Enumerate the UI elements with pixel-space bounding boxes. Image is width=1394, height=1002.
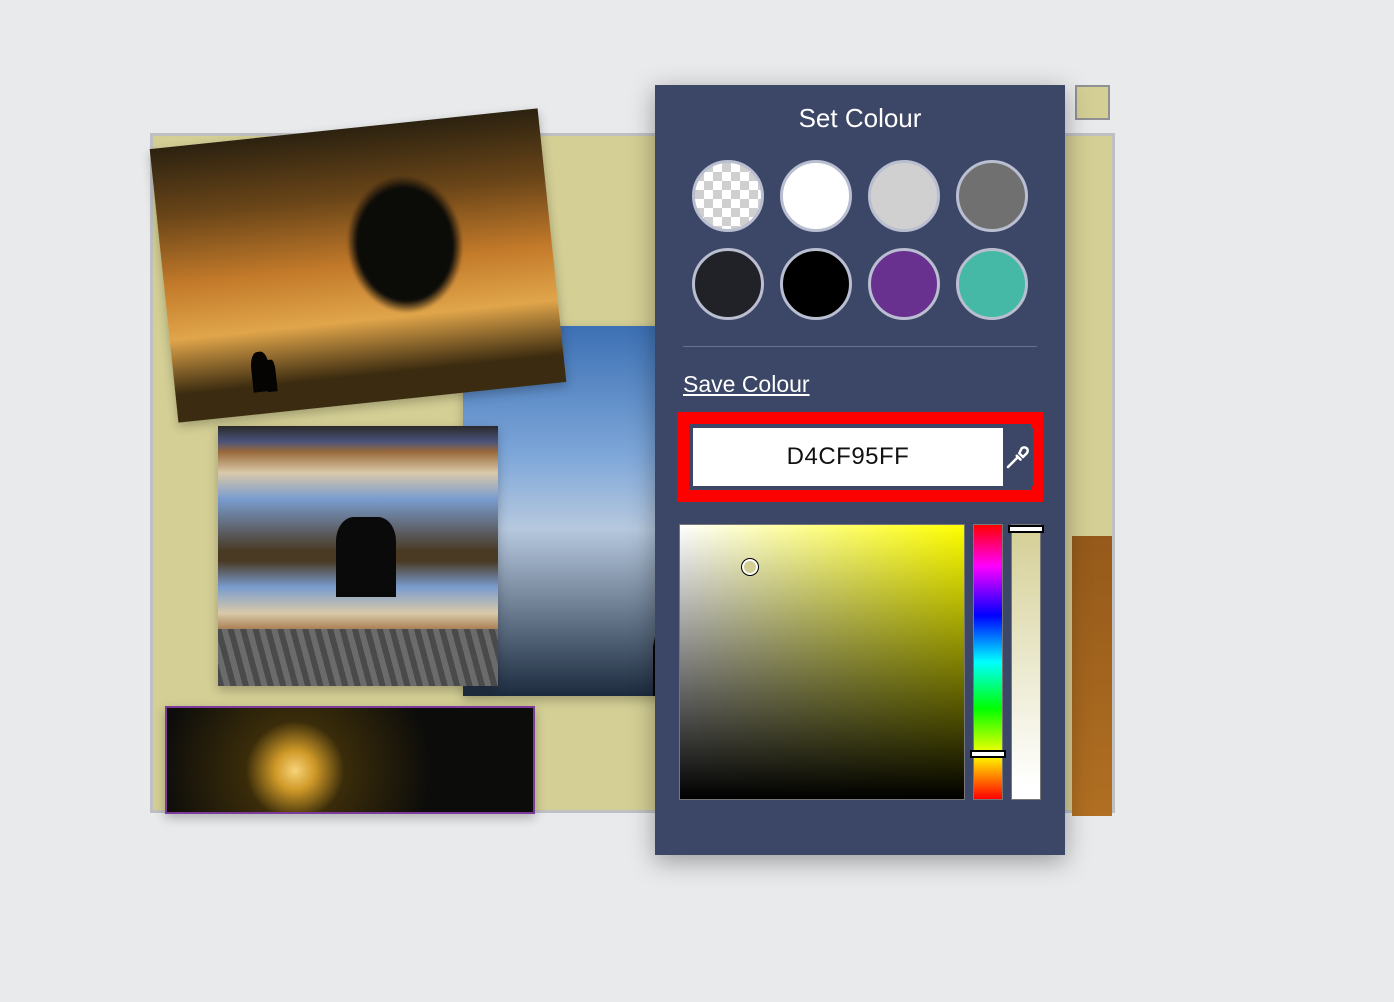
swatch-charcoal[interactable] [692, 248, 764, 320]
swatch-teal[interactable] [956, 248, 1028, 320]
alpha-slider[interactable] [1011, 524, 1041, 800]
panel-title: Set Colour [677, 103, 1043, 134]
collage-photo[interactable] [218, 426, 498, 686]
set-colour-panel: Set Colour Save Colour [655, 85, 1065, 855]
sv-cursor[interactable] [742, 559, 758, 575]
hue-marker[interactable] [970, 750, 1006, 758]
swatch-light-grey[interactable] [868, 160, 940, 232]
swatch-black[interactable] [780, 248, 852, 320]
hex-input-highlight [677, 412, 1043, 502]
canvas-strip-top [1072, 136, 1112, 416]
swatch-purple[interactable] [868, 248, 940, 320]
preset-swatch-grid [677, 160, 1043, 320]
swatch-grey[interactable] [956, 160, 1028, 232]
divider [683, 346, 1037, 347]
save-colour-link[interactable]: Save Colour [683, 371, 810, 398]
canvas-strip-brown [1072, 536, 1112, 816]
current-colour-swatch[interactable] [1075, 85, 1110, 120]
swatch-transparent[interactable] [692, 160, 764, 232]
colour-picker [677, 520, 1043, 800]
saturation-value-box[interactable] [679, 524, 965, 800]
alpha-marker[interactable] [1008, 525, 1044, 533]
collage-photo[interactable] [150, 108, 567, 422]
hue-slider[interactable] [973, 524, 1003, 800]
swatch-white[interactable] [780, 160, 852, 232]
collage-photo[interactable] [165, 706, 535, 814]
hex-input-row [693, 428, 1027, 486]
eyedropper-icon [1003, 442, 1033, 472]
hex-input[interactable] [693, 428, 1003, 486]
eyedropper-button[interactable] [1003, 428, 1033, 486]
